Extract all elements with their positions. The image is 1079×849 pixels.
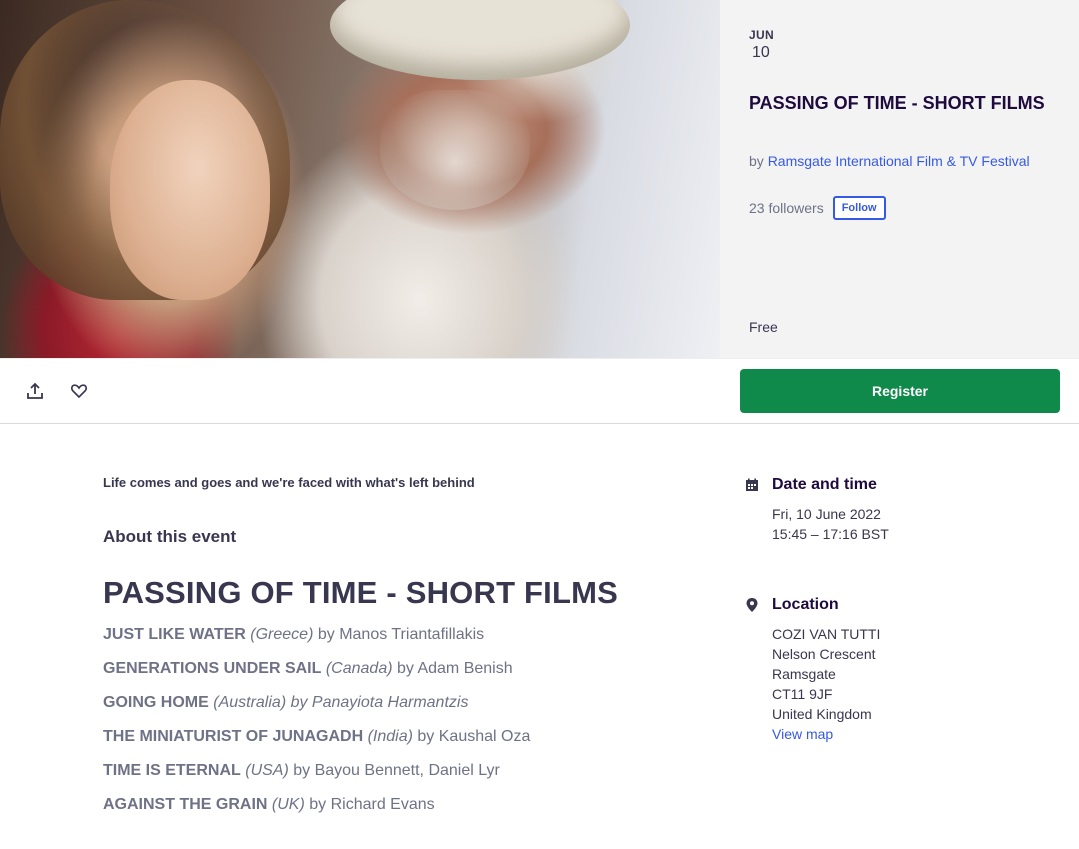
location-line: COZI VAN TUTTI [772, 626, 881, 642]
event-summary-panel: JUN 10 PASSING OF TIME - SHORT FILMS by … [720, 0, 1079, 358]
image-detail-hat [330, 0, 630, 80]
location-line: CT11 9JF [772, 686, 833, 702]
films-heading: PASSING OF TIME - SHORT FILMS [103, 575, 618, 610]
action-bar: Register [0, 358, 1079, 424]
film-country: (Australia) [213, 694, 287, 711]
date-line: Fri, 10 June 2022 [772, 506, 881, 522]
film-director: by Panayiota Harmantzis [286, 694, 469, 711]
share-icon[interactable] [25, 381, 45, 401]
film-item: AGAINST THE GRAIN (UK) by Richard Evans [103, 796, 530, 830]
film-country: (UK) [271, 796, 305, 813]
followers-count: 23 followers [749, 200, 824, 216]
about-heading: About this event [103, 527, 237, 546]
film-country: (India) [367, 728, 413, 745]
location-details: COZI VAN TUTTI Nelson Crescent Ramsgate … [772, 624, 1044, 744]
location-line: United Kingdom [772, 706, 872, 722]
film-item: THE MINIATURIST OF JUNAGADH (India) by K… [103, 728, 530, 762]
event-month: JUN [749, 28, 774, 42]
event-summary-text: Life comes and goes and we're faced with… [103, 475, 475, 490]
location-section: Location COZI VAN TUTTI Nelson Crescent … [744, 594, 1044, 744]
organizer-link[interactable]: Ramsgate International Film & TV Festiva… [768, 153, 1030, 169]
register-button[interactable]: Register [740, 369, 1060, 413]
event-image [0, 0, 720, 358]
location-heading-label: Location [772, 596, 839, 613]
organizer-by: by [749, 153, 764, 169]
film-country: (Greece) [250, 626, 314, 643]
date-section: Date and time Fri, 10 June 2022 15:45 – … [744, 474, 1044, 544]
event-day: 10 [752, 44, 770, 61]
film-director: by Kaushal Oza [412, 728, 531, 745]
date-heading-label: Date and time [772, 476, 877, 493]
film-title: GENERATIONS UNDER SAIL [103, 660, 322, 677]
calendar-icon [744, 477, 760, 493]
heart-icon[interactable] [69, 381, 89, 401]
film-title: THE MINIATURIST OF JUNAGADH [103, 728, 364, 745]
location-line: Nelson Crescent [772, 646, 876, 662]
organizer-line: by Ramsgate International Film & TV Fest… [749, 151, 1049, 171]
event-hero: JUN 10 PASSING OF TIME - SHORT FILMS by … [0, 0, 1079, 358]
followers-row: 23 followers Follow [749, 196, 886, 220]
view-map-link[interactable]: View map [772, 724, 1044, 744]
image-detail-face [110, 80, 270, 300]
event-title: PASSING OF TIME - SHORT FILMS [749, 93, 1045, 113]
film-director: by Adam Benish [392, 660, 513, 677]
date-details: Fri, 10 June 2022 15:45 – 17:16 BST [772, 504, 1044, 544]
film-title: TIME IS ETERNAL [103, 762, 241, 779]
location-pin-icon [744, 597, 760, 613]
film-director: by Bayou Bennett, Daniel Lyr [288, 762, 500, 779]
film-director: by Richard Evans [304, 796, 435, 813]
location-line: Ramsgate [772, 666, 836, 682]
film-item: GOING HOME (Australia) by Panayiota Harm… [103, 694, 530, 728]
film-title: GOING HOME [103, 694, 209, 711]
film-item: JUST LIKE WATER (Greece) by Manos Triant… [103, 626, 530, 660]
time-line: 15:45 – 17:16 BST [772, 526, 889, 542]
film-title: JUST LIKE WATER [103, 626, 246, 643]
film-country: (USA) [245, 762, 289, 779]
film-title: AGAINST THE GRAIN [103, 796, 268, 813]
image-detail-beard [380, 90, 530, 210]
event-price: Free [749, 319, 778, 335]
film-item: GENERATIONS UNDER SAIL (Canada) by Adam … [103, 660, 530, 694]
film-list: JUST LIKE WATER (Greece) by Manos Triant… [103, 626, 530, 830]
film-country: (Canada) [325, 660, 393, 677]
location-heading: Location [744, 594, 1044, 616]
film-item: TIME IS ETERNAL (USA) by Bayou Bennett, … [103, 762, 530, 796]
date-heading: Date and time [744, 474, 1044, 496]
follow-button[interactable]: Follow [832, 196, 886, 220]
film-director: by Manos Triantafillakis [313, 626, 485, 643]
